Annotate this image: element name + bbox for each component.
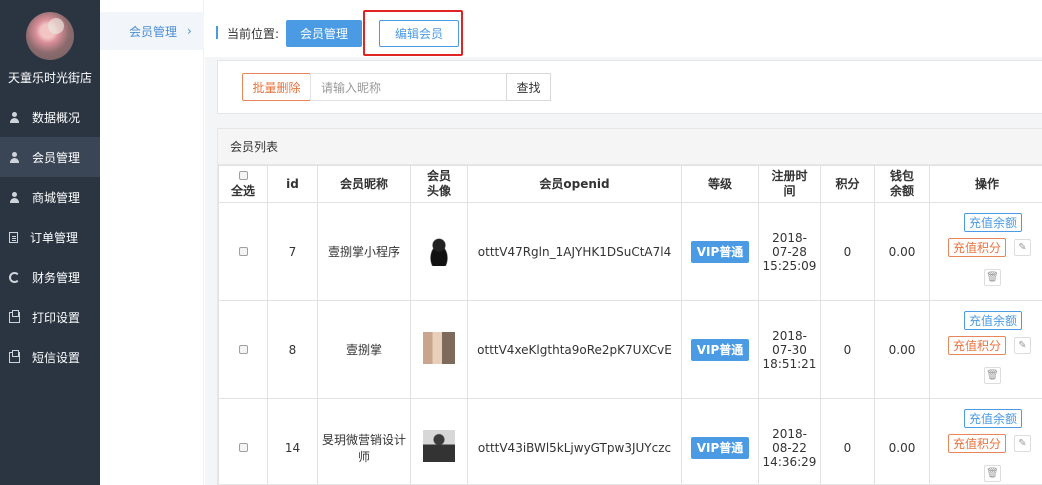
member-id: 14: [267, 398, 318, 484]
member-points: 0: [820, 300, 875, 399]
breadcrumb-edit-member-button[interactable]: 编辑会员: [379, 20, 459, 47]
sidebar-item-orders[interactable]: 订单管理: [0, 217, 100, 257]
recharge-points-button[interactable]: 充值积分: [948, 336, 1006, 355]
openid-header: 会员openid: [467, 165, 682, 203]
sidebar-item-label: 商城管理: [32, 190, 81, 205]
member-points: 0: [820, 398, 875, 484]
member-points: 0: [820, 202, 875, 301]
recharge-balance-button[interactable]: 充值余额: [964, 311, 1022, 330]
sidebar-item-label: 数据概况: [32, 110, 81, 125]
recharge-points-button[interactable]: 充值积分: [948, 238, 1006, 257]
member-openid: otttV4xeKlgthta9oRe2pK7UXCvE: [467, 300, 682, 399]
sub-navigation: 会员管理 ›: [100, 0, 204, 485]
trash-icon[interactable]: 🗑: [984, 269, 1001, 286]
sidebar-item-label: 财务管理: [32, 270, 81, 285]
recharge-balance-button[interactable]: 充值余额: [964, 213, 1022, 232]
member-openid: otttV47Rgln_1AJYHK1DSuCtA7l4: [467, 202, 682, 301]
sidebar-item-print-settings[interactable]: 打印设置: [0, 297, 100, 337]
chevron-right-icon: ›: [187, 24, 192, 38]
avatar-header: 会员 头像: [410, 165, 468, 203]
sidebar-item-finance[interactable]: 财务管理: [0, 257, 100, 297]
register-time-header: 注册时间: [758, 165, 821, 203]
member-avatar: [423, 430, 455, 462]
document-icon: [9, 231, 18, 243]
breadcrumb-label: 当前位置:: [227, 27, 280, 41]
row-checkbox[interactable]: [238, 344, 248, 354]
table-row: 8 壹捌掌 otttV4xeKlgthta9oRe2pK7UXCvE VIP普通…: [218, 300, 1042, 399]
level-header: 等级: [681, 165, 759, 203]
member-nickname: 壹捌掌: [317, 300, 411, 399]
search-button[interactable]: 查找: [506, 73, 551, 101]
wallet-header: 钱包 余额: [874, 165, 930, 203]
row-operations: 充值余额 充值积分 ✎ 🗑: [930, 399, 1042, 484]
sidebar-item-label: 短信设置: [32, 350, 81, 365]
subnav-item-member-management[interactable]: 会员管理 ›: [100, 12, 204, 50]
breadcrumb-accent-bar: [216, 26, 218, 39]
member-id: 7: [267, 202, 318, 301]
member-avatar: [423, 234, 455, 266]
sidebar-item-label: 订单管理: [30, 230, 79, 245]
operations-header: 操作: [929, 165, 1042, 203]
person-icon: [9, 111, 20, 123]
member-list-title: 会员列表: [218, 129, 1042, 165]
bulk-delete-button[interactable]: 批量删除: [242, 73, 311, 101]
select-all-header[interactable]: 全选: [218, 165, 268, 203]
row-operations: 充值余额 充值积分 ✎ 🗑: [930, 203, 1042, 300]
table-header-row: 全选 id 会员昵称 会员 头像 会员openid 等级 注册时间 积分 钱包 余额…: [218, 165, 1042, 203]
person-icon: [9, 151, 20, 163]
table-row: 14 旻玥微营销设计师 otttV43iBWl5kLjwyGTpw3JUYczc…: [218, 398, 1042, 484]
trash-icon[interactable]: 🗑: [984, 465, 1001, 482]
vip-level-badge: VIP普通: [690, 338, 750, 361]
table-row: 7 壹捌掌小程序 otttV47Rgln_1AJYHK1DSuCtA7l4 VI…: [218, 202, 1042, 301]
member-nickname: 旻玥微营销设计师: [317, 398, 411, 484]
sidebar-item-mall[interactable]: 商城管理: [0, 177, 100, 217]
select-all-checkbox[interactable]: [238, 171, 248, 180]
sidebar-item-label: 会员管理: [32, 150, 81, 165]
row-operations: 充值余额 充值积分 ✎ 🗑: [930, 301, 1042, 398]
member-nickname: 壹捌掌小程序: [317, 202, 411, 301]
shop-avatar: [26, 12, 74, 60]
recycle-icon: [9, 271, 20, 283]
register-time: 2018- 07-28 15:25:09: [758, 202, 821, 301]
person-icon: [9, 191, 20, 203]
nickname-search-input[interactable]: 请输入昵称: [310, 73, 507, 101]
row-checkbox[interactable]: [238, 246, 248, 256]
trash-icon[interactable]: 🗑: [984, 367, 1001, 384]
id-header: id: [267, 165, 318, 203]
vip-level-badge: VIP普通: [690, 240, 750, 263]
member-openid: otttV43iBWl5kLjwyGTpw3JUYczc: [467, 398, 682, 484]
member-table: 全选 id 会员昵称 会员 头像 会员openid 等级 注册时间 积分 钱包 余额…: [218, 165, 1042, 484]
vip-level-badge: VIP普通: [690, 436, 750, 459]
search-panel: 批量删除 请输入昵称 查找: [217, 60, 1042, 114]
points-header: 积分: [820, 165, 875, 203]
main-content: 当前位置: 会员管理 编辑会员 批量删除 请输入昵称 查找 会员列表 全选 id…: [205, 0, 1042, 485]
row-checkbox[interactable]: [238, 442, 248, 452]
printer-icon: [9, 309, 20, 323]
sidebar: 天童乐时光街店 数据概况 会员管理 商城管理 订单管理 财务管理 打印设置 短信…: [0, 0, 100, 485]
breadcrumb: 当前位置: 会员管理 编辑会员: [205, 0, 1042, 57]
sidebar-item-members[interactable]: 会员管理: [0, 137, 100, 177]
nickname-header: 会员昵称: [317, 165, 411, 203]
member-wallet: 0.00: [874, 202, 930, 301]
subnav-item-label: 会员管理: [129, 24, 178, 39]
member-id: 8: [267, 300, 318, 399]
pencil-icon[interactable]: ✎: [1014, 435, 1031, 452]
member-wallet: 0.00: [874, 398, 930, 484]
recharge-balance-button[interactable]: 充值余额: [964, 409, 1022, 428]
shop-name: 天童乐时光街店: [7, 71, 92, 85]
recharge-points-button[interactable]: 充值积分: [948, 434, 1006, 453]
sidebar-item-overview[interactable]: 数据概况: [0, 97, 100, 137]
member-list-panel: 会员列表 全选 id 会员昵称 会员 头像 会员openid 等级 注册时间 积分…: [217, 128, 1042, 485]
sidebar-item-sms-settings[interactable]: 短信设置: [0, 337, 100, 377]
member-wallet: 0.00: [874, 300, 930, 399]
printer-icon: [9, 349, 20, 363]
pencil-icon[interactable]: ✎: [1014, 239, 1031, 256]
member-avatar: [423, 332, 455, 364]
sidebar-item-label: 打印设置: [32, 310, 81, 325]
pencil-icon[interactable]: ✎: [1014, 337, 1031, 354]
register-time: 2018- 07-30 18:51:21: [758, 300, 821, 399]
breadcrumb-member-management-button[interactable]: 会员管理: [286, 20, 362, 47]
register-time: 2018- 08-22 14:36:29: [758, 398, 821, 484]
